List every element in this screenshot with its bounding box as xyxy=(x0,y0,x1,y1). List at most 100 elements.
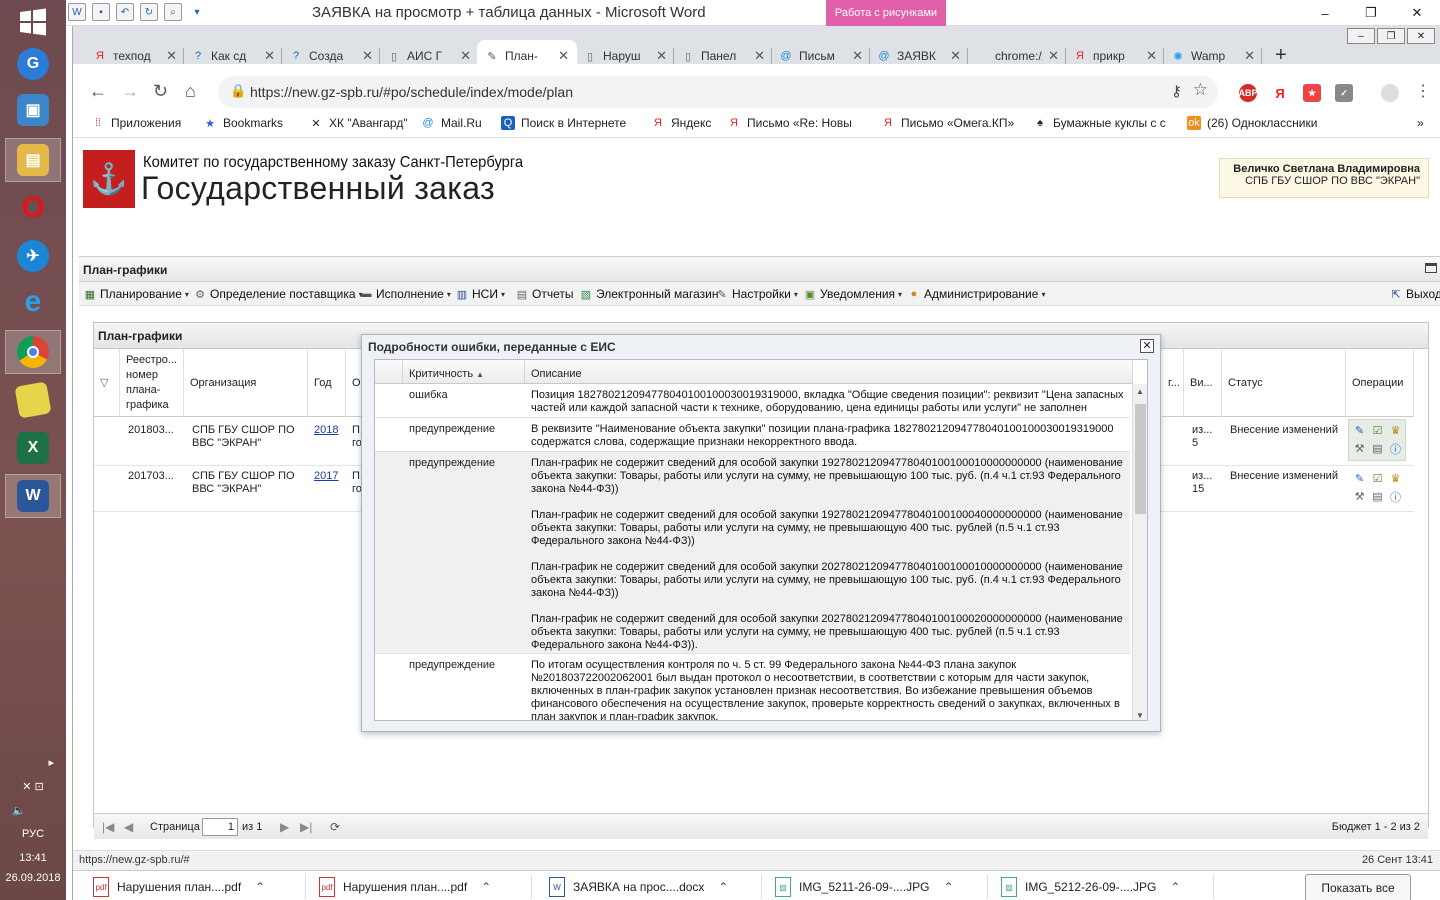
save-icon[interactable]: ▪ xyxy=(92,3,110,21)
menu-exit[interactable]: ⇱ Выход xyxy=(1389,287,1440,301)
menu-eshop[interactable]: ▧ Электронный магазин xyxy=(579,287,719,301)
menu-execution[interactable]: ▬ Исполнение ▾ xyxy=(359,287,451,301)
approve-icon[interactable]: ☑ xyxy=(1370,423,1385,438)
download-menu-icon[interactable]: ⌃ xyxy=(944,880,954,894)
prev-page-icon[interactable]: ◀ xyxy=(124,820,133,834)
close-tab-icon[interactable]: ✕ xyxy=(1048,48,1059,64)
row1-reg[interactable]: 201803... xyxy=(122,421,184,440)
tray-volume-icon[interactable]: 🔈 xyxy=(0,798,66,822)
filter-icon[interactable]: ▽ xyxy=(100,376,108,389)
close-tab-icon[interactable]: ✕ xyxy=(852,48,863,64)
tray-expand-icon[interactable]: ▸ xyxy=(0,750,66,774)
yandex-icon[interactable]: Я xyxy=(1271,84,1289,102)
tab-11[interactable]: Яприкр ✕ xyxy=(1065,40,1165,72)
bookmark-dolls[interactable]: ♠ Бумажные куклы с с xyxy=(1033,116,1166,130)
new-tab-button[interactable]: + xyxy=(1275,44,1287,67)
close-tab-icon[interactable]: ✕ xyxy=(460,48,471,64)
tab-12[interactable]: ✺ Wamp ✕ xyxy=(1163,40,1263,72)
start-button[interactable] xyxy=(5,0,61,44)
download-item[interactable]: pdf Нарушения план....pdf ⌃ xyxy=(93,877,265,897)
edit-icon[interactable]: ✎ xyxy=(1352,423,1367,438)
taskbar-app-1[interactable]: G xyxy=(5,42,61,86)
download-menu-icon[interactable]: ⌃ xyxy=(481,880,491,894)
column-operations[interactable]: Операции xyxy=(1346,349,1414,417)
word-icon[interactable]: W xyxy=(68,3,86,21)
adblock-icon[interactable]: ABP xyxy=(1239,84,1258,102)
address-bar[interactable]: 🔒 https://new.gz-spb.ru/#po/schedule/ind… xyxy=(218,76,1218,108)
tab-7[interactable]: ▯ Панел ✕ xyxy=(673,40,773,72)
download-item[interactable]: pdf Нарушения план....pdf ⌃ xyxy=(319,877,491,897)
menu-nsi[interactable]: ▥ НСИ ▾ xyxy=(455,287,505,301)
tray-network-icon[interactable]: ✕ ⊡ xyxy=(0,774,66,798)
customize-qat-icon[interactable]: ▾ xyxy=(188,3,206,21)
bookmark-ok[interactable]: ok (26) Одноклассники xyxy=(1187,116,1317,130)
taskbar-notes[interactable] xyxy=(5,378,61,422)
menu-reports[interactable]: ▤ Отчеты xyxy=(515,287,574,301)
first-page-icon[interactable]: |◀ xyxy=(102,820,114,834)
download-menu-icon[interactable]: ⌃ xyxy=(718,880,728,894)
column-year[interactable]: Год xyxy=(308,349,346,417)
close-tab-icon[interactable]: ✕ xyxy=(1146,48,1157,64)
close-tab-icon[interactable]: ✕ xyxy=(656,48,667,64)
row2-year-link[interactable]: 2017 xyxy=(308,467,344,486)
tools-icon[interactable]: ⚒ xyxy=(1352,489,1367,504)
menu-admin[interactable]: ● Администрирование ▾ xyxy=(907,287,1046,301)
close-tab-icon[interactable]: ✕ xyxy=(166,48,177,64)
tab-8[interactable]: @ Письм ✕ xyxy=(771,40,871,72)
bookmark-bookmarks[interactable]: ★ Bookmarks xyxy=(203,116,283,130)
column-description[interactable]: Описание xyxy=(525,360,1133,384)
download-item[interactable]: W ЗАЯВКА на прос....docx ⌃ xyxy=(549,877,728,897)
download-item[interactable]: ▨ IMG_5212-26-09-....JPG ⌃ xyxy=(1001,877,1180,897)
info-icon[interactable]: ⓘ xyxy=(1388,441,1403,456)
minimize-button[interactable]: – xyxy=(1302,0,1348,26)
tab-1[interactable]: Ятехпод ✕ xyxy=(85,40,185,72)
row2-reg[interactable]: 201703... xyxy=(122,467,184,486)
tab-3[interactable]: ? Созда ✕ xyxy=(281,40,381,72)
error-row[interactable]: предупреждение По итогам осуществления ко… xyxy=(375,654,1130,720)
column-g[interactable]: г... xyxy=(1162,349,1184,417)
column-vi[interactable]: Ви... xyxy=(1184,349,1222,417)
home-icon[interactable]: ⌂ xyxy=(185,81,196,102)
reload-icon[interactable]: ↻ xyxy=(153,81,168,102)
taskbar-word[interactable]: W xyxy=(5,474,61,518)
tools-icon[interactable]: ⚒ xyxy=(1352,441,1367,456)
taskbar-excel[interactable]: X xyxy=(5,426,61,470)
tab-4[interactable]: ▯ АИС Г ✕ xyxy=(379,40,479,72)
tray-language[interactable]: РУС xyxy=(0,822,66,846)
close-tab-icon[interactable]: ✕ xyxy=(754,48,765,64)
address-url[interactable]: https://new.gz-spb.ru/#po/schedule/index… xyxy=(250,84,573,100)
scroll-thumb[interactable] xyxy=(1135,404,1146,514)
close-tab-icon[interactable]: ✕ xyxy=(950,48,961,64)
browser-restore-button[interactable]: ❐ xyxy=(1377,28,1405,44)
tab-10[interactable]: chrome://n ✕ xyxy=(967,40,1067,72)
info-icon[interactable]: ⓘ xyxy=(1388,489,1403,504)
bookmark-yandex[interactable]: Я Яндекс xyxy=(651,116,711,130)
extension-check-icon[interactable]: ✓ xyxy=(1335,84,1353,102)
taskbar-chrome[interactable] xyxy=(5,330,61,374)
column-reg-number[interactable]: Реестро... номер плана-графика xyxy=(120,349,184,417)
download-menu-icon[interactable]: ⌃ xyxy=(1170,880,1180,894)
close-button[interactable]: ✕ xyxy=(1394,0,1440,26)
document-icon[interactable]: ▤ xyxy=(1370,489,1385,504)
close-tab-icon[interactable]: ✕ xyxy=(264,48,275,64)
browser-minimize-button[interactable]: – xyxy=(1347,28,1375,44)
eagle-icon[interactable]: ♛ xyxy=(1388,423,1403,438)
taskbar-messenger[interactable]: ✈ xyxy=(5,234,61,278)
menu-notifications[interactable]: ▣ Уведомления ▾ xyxy=(803,287,902,301)
context-tab[interactable]: Работа с рисунками xyxy=(826,0,946,26)
tab-9[interactable]: @ ЗАЯВК ✕ xyxy=(869,40,969,72)
column-severity[interactable]: Критичность ▲ xyxy=(403,360,525,384)
bookmark-mailru[interactable]: @ Mail.Ru xyxy=(421,116,481,130)
show-all-downloads-button[interactable]: Показать все xyxy=(1305,874,1411,900)
approve-icon[interactable]: ☑ xyxy=(1370,471,1385,486)
taskbar-ie[interactable]: e xyxy=(5,280,61,324)
close-tab-icon[interactable]: ✕ xyxy=(558,48,569,64)
page-input[interactable]: 1 xyxy=(202,818,238,836)
restore-button[interactable]: ❐ xyxy=(1348,0,1394,26)
error-row[interactable]: предупреждение В реквизите "Наименование … xyxy=(375,418,1130,452)
column-status[interactable]: Статус xyxy=(1222,349,1346,417)
back-icon[interactable]: ← xyxy=(89,81,107,102)
forward-icon[interactable]: → xyxy=(121,81,139,102)
bookmarks-overflow-icon[interactable]: » xyxy=(1417,116,1424,130)
download-item[interactable]: ▨ IMG_5211-26-09-....JPG ⌃ xyxy=(775,877,954,897)
